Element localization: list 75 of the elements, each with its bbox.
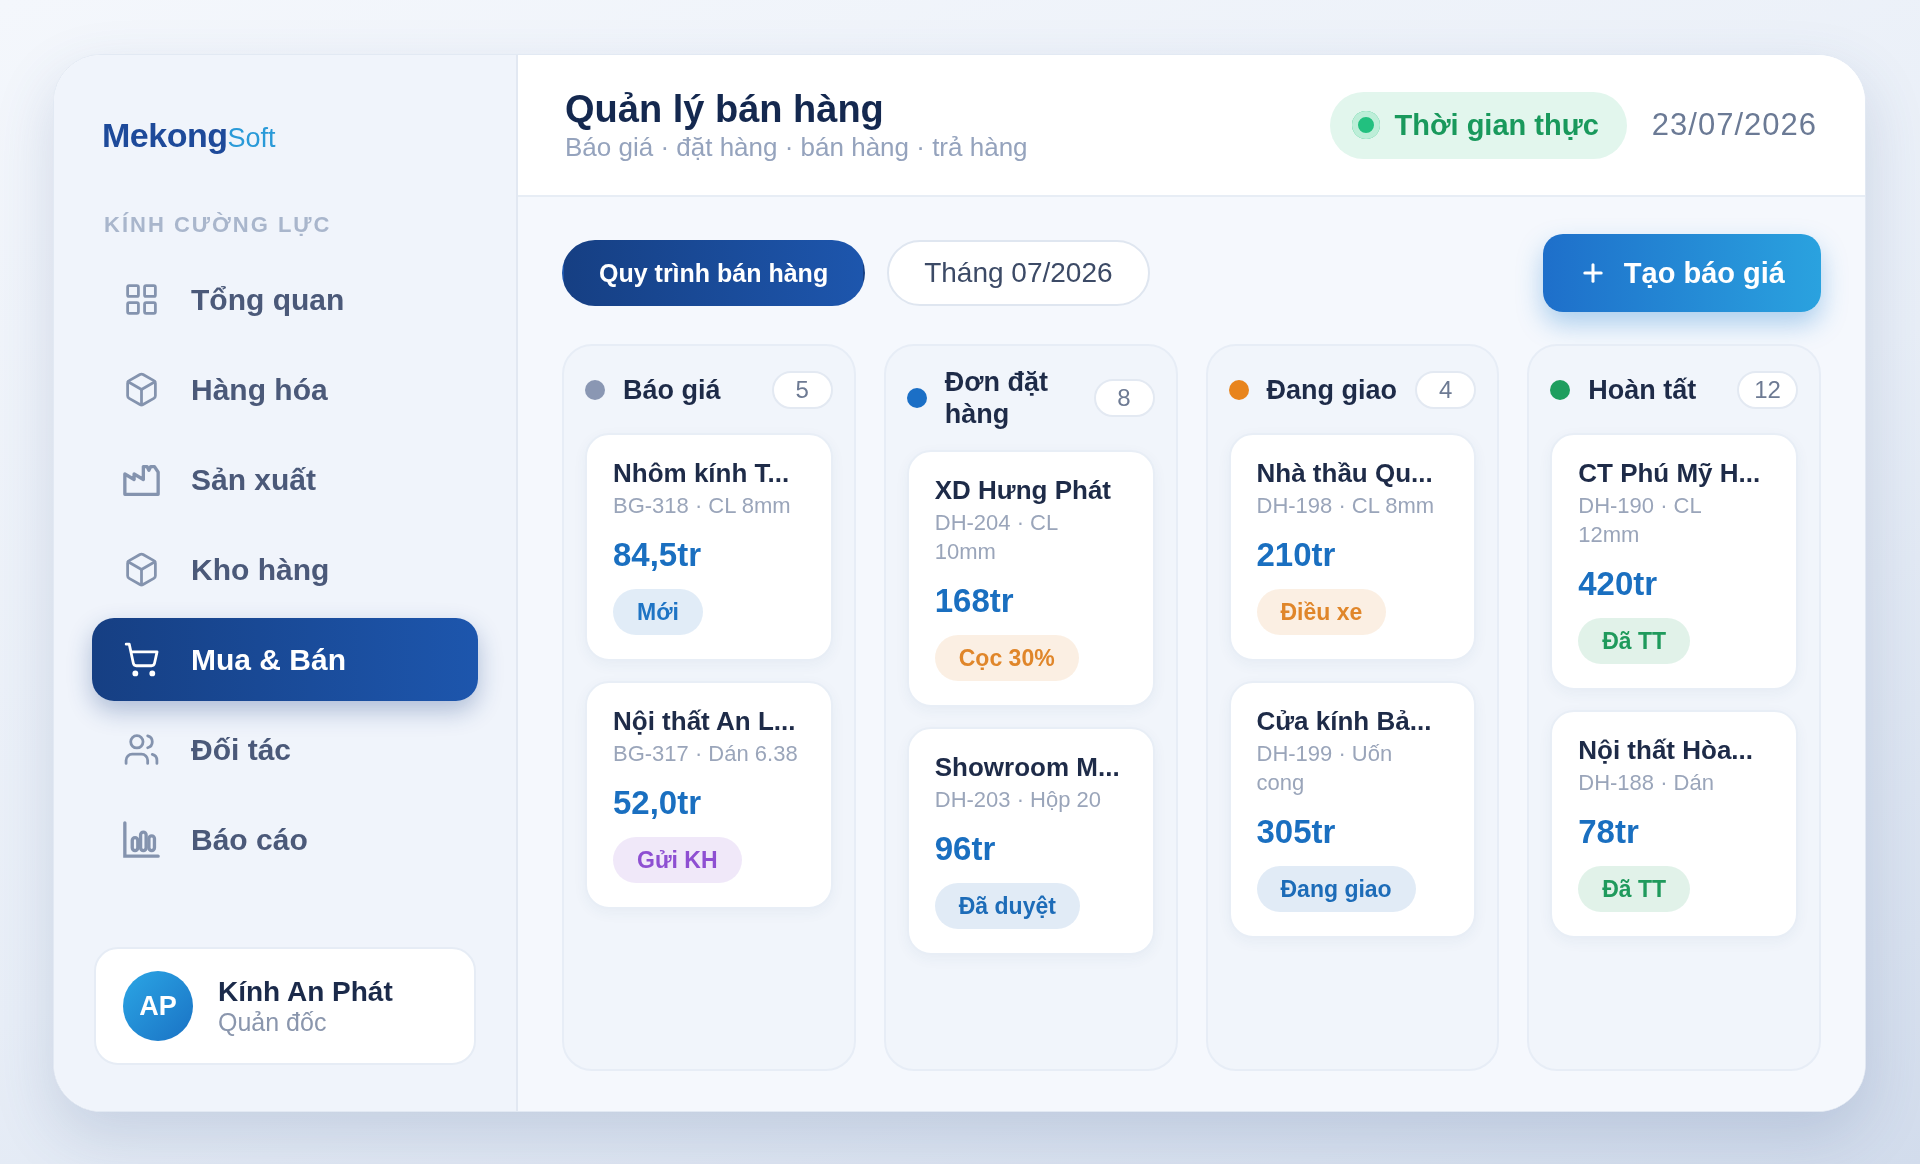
nav-item[interactable]: Báo cáo — [92, 798, 478, 881]
bar-chart-icon — [123, 821, 160, 858]
order-card[interactable]: Nội thất An L... BG-317 · Dán 6.38 52,0tr Gửi KH — [585, 681, 833, 909]
user-role: Quản đốc — [218, 1008, 328, 1036]
count-badge: 8 — [1093, 379, 1155, 417]
section-label: KÍNH CƯỜNG LỰC — [103, 213, 333, 237]
order-card[interactable]: CT Phú Mỹ H... DH-190 · CL 12mm 420tr Đã TT — [1550, 433, 1798, 690]
card-meta: BG-317 · Dán 6.38 — [613, 740, 798, 768]
card-amount: 78tr — [1578, 813, 1639, 851]
nav-item[interactable]: Mua & Bán — [92, 618, 478, 701]
status-badge: Đã TT — [1578, 618, 1691, 664]
cart-icon — [123, 641, 160, 678]
page-title: Quản lý bán hàng — [565, 87, 885, 131]
column-title: Đơn đặt hàng — [944, 366, 1049, 430]
cube-icon — [123, 371, 160, 408]
order-card[interactable]: Nhà thầu Qu... DH-198 · CL 8mm 210tr Điều xe — [1228, 433, 1477, 661]
card-amount: 305tr — [1256, 813, 1336, 851]
card-meta: DH-199 · Uốn cong — [1256, 740, 1394, 797]
count-badge: 4 — [1415, 370, 1477, 409]
order-card[interactable]: Nhôm kính T... BG-318 · CL 8mm 84,5tr Mới — [585, 433, 833, 661]
card-meta: DH-204 · CL 10mm — [934, 509, 1059, 566]
nav-item[interactable]: Tổng quan — [92, 258, 478, 341]
status-badge: Điều xe — [1256, 589, 1387, 635]
user-avatar: AP — [123, 971, 193, 1041]
nav-item[interactable]: Đối tác — [92, 708, 478, 791]
nav-item[interactable]: Sản xuất — [92, 438, 478, 521]
order-card[interactable]: Cửa kính Bả... DH-199 · Uốn cong 305tr Đang giao — [1228, 681, 1477, 938]
card-meta: DH-188 · Dán — [1578, 769, 1714, 797]
create-quote-button[interactable]: Tạo báo giá — [1542, 234, 1821, 312]
filter-chip[interactable]: Tháng 07/2026 — [887, 240, 1150, 306]
status-badge: Đang giao — [1256, 866, 1416, 912]
card-meta: DH-198 · CL 8mm — [1256, 492, 1435, 520]
card-amount: 84,5tr — [613, 536, 702, 574]
user-card[interactable]: AP Kính An Phát Quản đốc — [94, 947, 476, 1065]
card-title: Nội thất An L... — [613, 705, 796, 737]
column-title: Đang giao — [1266, 373, 1398, 406]
card-amount: 210tr — [1256, 536, 1336, 574]
card-title: Cửa kính Bả... — [1256, 705, 1432, 737]
status-badge: Gửi KH — [613, 837, 742, 883]
card-title: Showroom M... — [934, 751, 1120, 783]
column-title: Báo giá — [623, 373, 722, 406]
card-meta: DH-203 · Hộp 20 — [934, 786, 1102, 814]
order-card[interactable]: Showroom M... DH-203 · Hộp 20 96tr Đã duyệt — [906, 727, 1155, 955]
card-amount: 52,0tr — [613, 784, 702, 822]
brand-logo: MekongSoft — [101, 115, 277, 155]
user-name: Kính An Phát — [218, 976, 393, 1008]
status-label: Thời gian thực — [1394, 108, 1599, 142]
card-title: Nhôm kính T... — [613, 457, 790, 489]
card-title: XD Hưng Phát — [934, 474, 1112, 506]
status-badge: Đã duyệt — [934, 883, 1080, 929]
grid-icon — [123, 281, 160, 318]
card-amount: 96tr — [934, 830, 996, 868]
cube-icon — [123, 551, 160, 588]
card-amount: 420tr — [1578, 565, 1658, 603]
column-title: Hoàn tất — [1588, 373, 1698, 406]
order-card[interactable]: Nội thất Hòa... DH-188 · Dán 78tr Đã TT — [1550, 710, 1798, 938]
card-meta: BG-318 · CL 8mm — [613, 492, 791, 520]
count-badge: 12 — [1737, 370, 1798, 409]
people-icon — [123, 731, 160, 768]
date-label: 23/07/2026 — [1651, 107, 1817, 143]
count-badge: 5 — [771, 370, 833, 409]
card-amount: 168tr — [934, 582, 1014, 620]
status-badge: Cọc 30% — [934, 635, 1079, 681]
card-meta: DH-190 · CL 12mm — [1578, 492, 1702, 549]
order-card[interactable]: XD Hưng Phát DH-204 · CL 10mm 168tr Cọc 30% — [906, 450, 1155, 707]
status-dot-icon — [1351, 111, 1380, 139]
page-subtitle: Báo giá · đặt hàng · bán hàng · trả hàng — [565, 131, 1028, 163]
nav-item[interactable]: Kho hàng — [92, 528, 478, 611]
card-title: CT Phú Mỹ H... — [1578, 457, 1761, 489]
nav-item[interactable]: Hàng hóa — [92, 348, 478, 431]
card-title: Nhà thầu Qu... — [1256, 457, 1433, 489]
filter-chip[interactable]: Quy trình bán hàng — [562, 240, 866, 306]
card-title: Nội thất Hòa... — [1578, 734, 1754, 766]
status-badge: Đã TT — [1578, 866, 1691, 912]
status-badge: Mới — [613, 589, 703, 635]
